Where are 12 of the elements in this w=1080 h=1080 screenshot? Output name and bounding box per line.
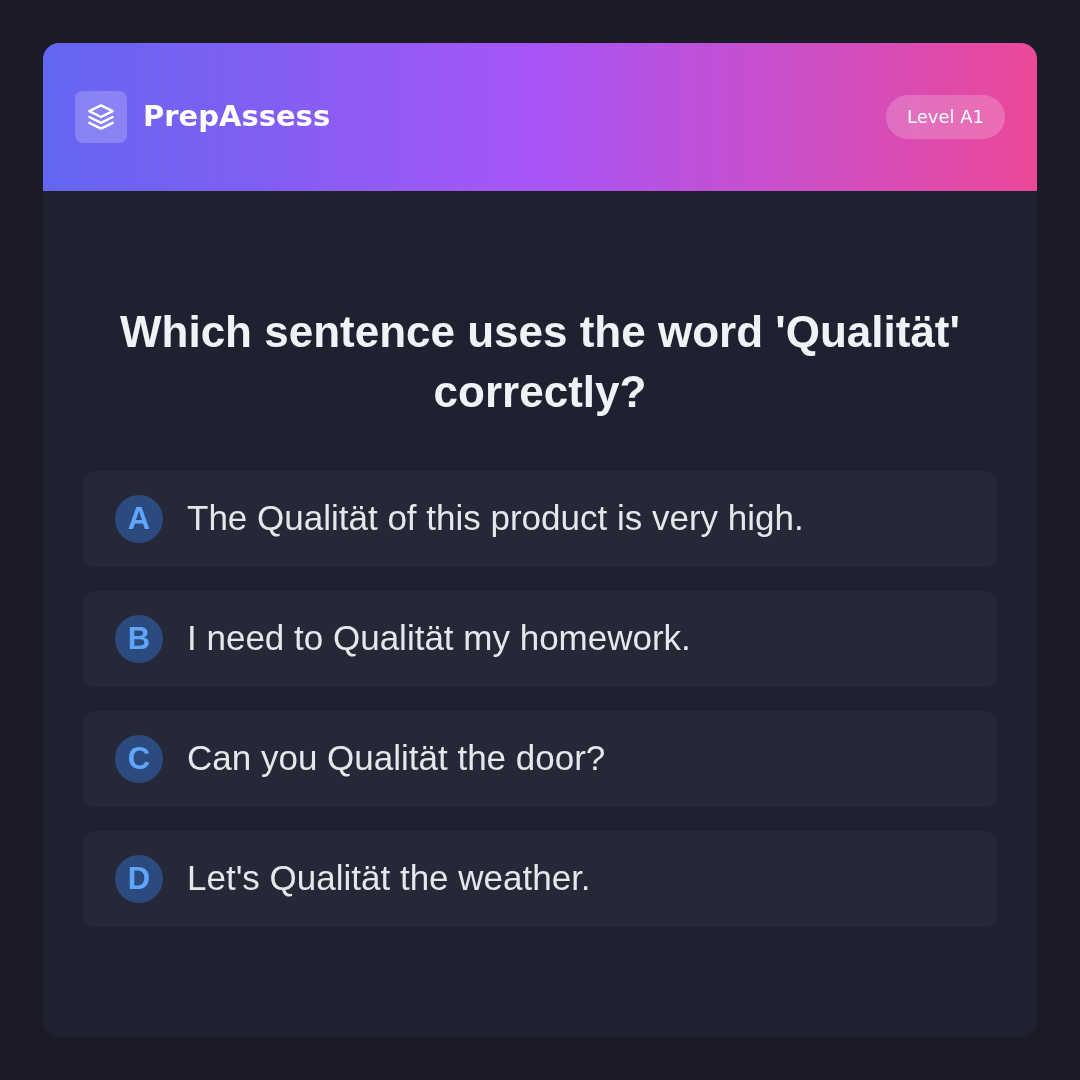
app-title: PrepAssess: [143, 98, 331, 136]
level-badge: Level A1: [886, 95, 1005, 139]
option-letter: C: [115, 734, 163, 783]
answer-option[interactable]: C Can you Qualität the door?: [83, 710, 997, 807]
answer-option[interactable]: D Let's Qualität the weather.: [83, 830, 997, 927]
layers-icon: [75, 91, 127, 143]
option-letter: B: [115, 614, 163, 663]
answer-option[interactable]: B I need to Qualität my homework.: [83, 590, 997, 687]
answer-option[interactable]: A The Qualität of this product is very high.: [83, 470, 997, 567]
option-letter: A: [115, 494, 163, 543]
option-letter: D: [115, 854, 163, 903]
question-text: Which sentence uses the word 'Qualität' correctly?: [119, 305, 961, 418]
